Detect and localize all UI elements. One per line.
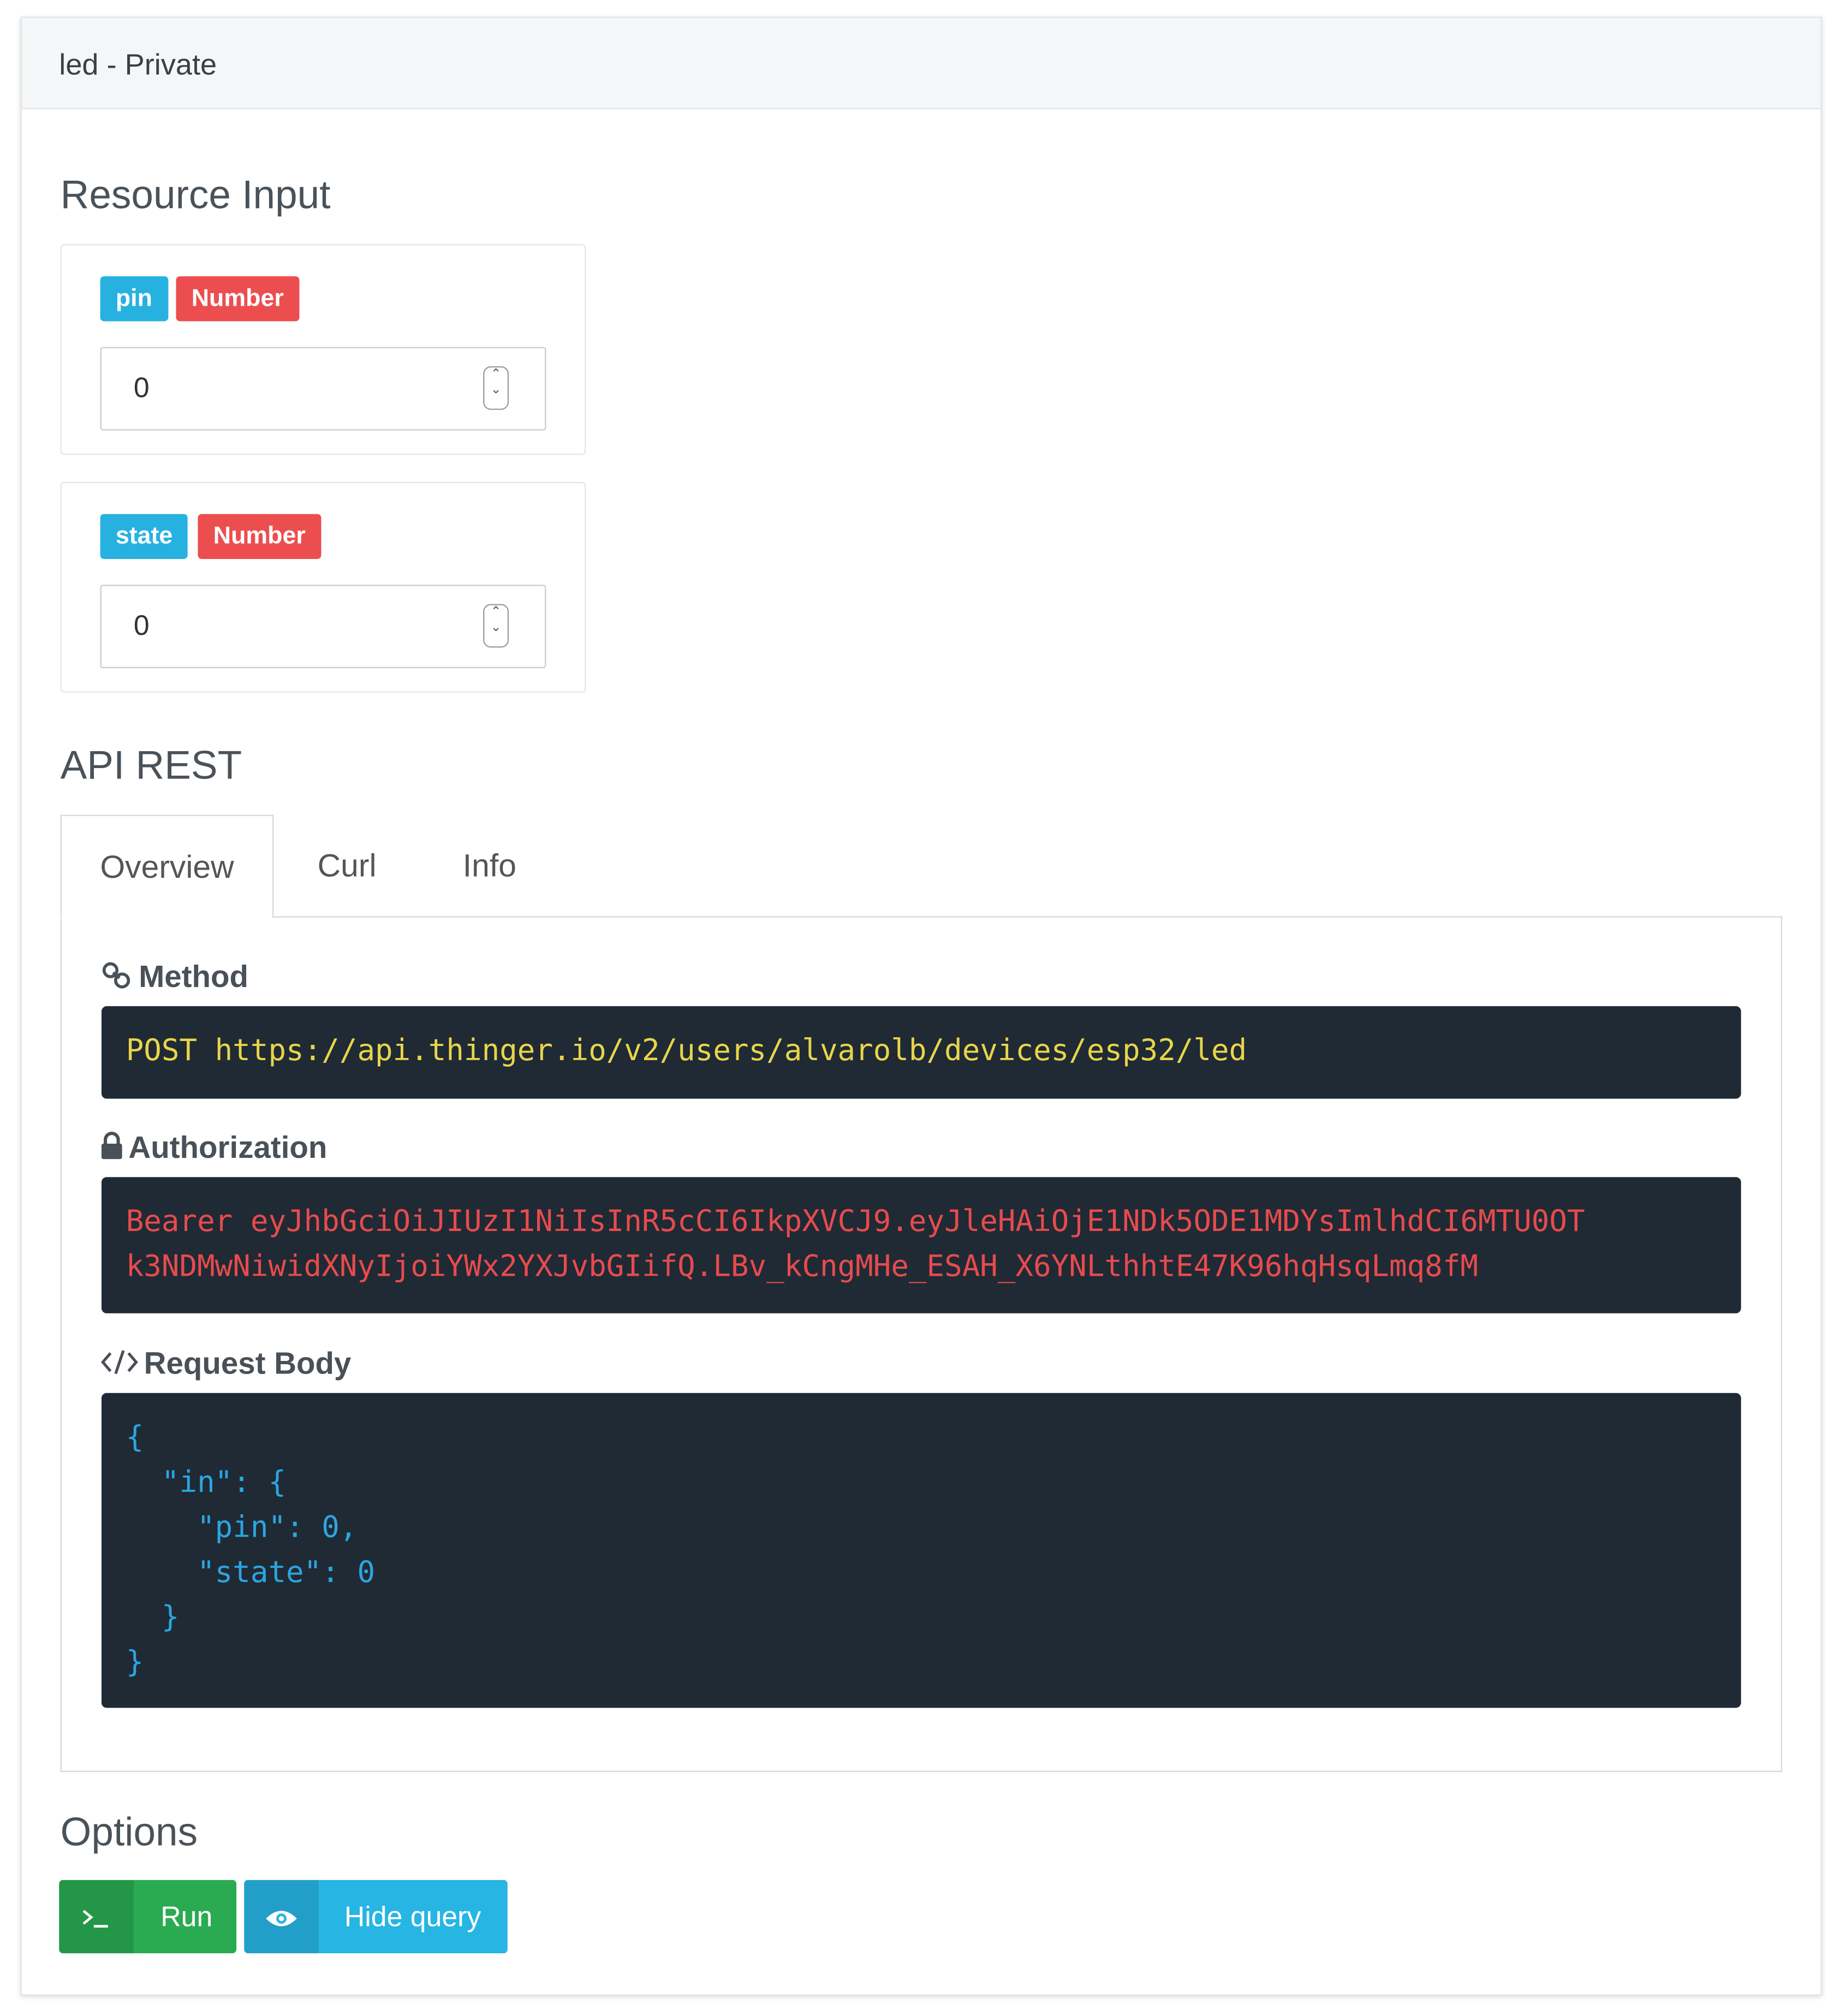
param-type-badge: Number — [176, 276, 300, 322]
param-box-pin: pin Number 0 ⌃ ⌄ — [60, 244, 586, 455]
eye-icon — [244, 1880, 319, 1954]
code-icon — [100, 1350, 138, 1375]
state-number-input[interactable]: 0 ⌃ ⌄ — [100, 585, 546, 669]
param-type-badge: Number — [198, 514, 321, 559]
link-icon — [102, 962, 130, 989]
state-input-value: 0 — [133, 609, 150, 641]
stage: led - Private Resource Input pin Number … — [0, 0, 1840, 2016]
param-name-badge: state — [100, 514, 188, 559]
request-body-label-text: Request Body — [144, 1346, 352, 1382]
overview-tab-panel: Method POST https://api.thinger.io/v2/us… — [60, 916, 1782, 1773]
authorization-label: Authorization — [100, 1131, 327, 1167]
number-spinner[interactable]: ⌃ ⌄ — [483, 604, 509, 648]
request-body-code-block: { "in": { "pin": 0, "state": 0 } } — [101, 1393, 1741, 1708]
resource-input-title: Resource Input — [60, 172, 331, 217]
method-label-text: Method — [139, 960, 249, 995]
chevron-down-icon[interactable]: ⌄ — [484, 621, 507, 636]
hide-query-button[interactable]: Hide query — [244, 1880, 508, 1954]
terminal-icon — [59, 1880, 134, 1954]
pin-number-input[interactable]: 0 ⌃ ⌄ — [100, 347, 546, 431]
tab-overview[interactable]: Overview — [60, 814, 274, 919]
method-code-block: POST https://api.thinger.io/v2/users/alv… — [101, 1006, 1741, 1099]
hide-query-button-label: Hide query — [344, 1900, 481, 1933]
resource-panel: led - Private Resource Input pin Number … — [20, 16, 1822, 1996]
authorization-code-block: Bearer eyJhbGciOiJIUzI1NiIsInR5cCI6IkpXV… — [101, 1177, 1741, 1313]
panel-title: led - Private — [59, 47, 217, 81]
chevron-up-icon[interactable]: ⌃ — [484, 367, 507, 383]
tab-info[interactable]: Info — [440, 814, 538, 916]
chevron-down-icon[interactable]: ⌄ — [484, 383, 507, 398]
options-title: Options — [60, 1809, 198, 1854]
api-tabs: Overview Curl Info — [60, 814, 1782, 919]
param-name-badge: pin — [100, 276, 168, 322]
api-rest-title: API REST — [60, 742, 242, 788]
chevron-up-icon[interactable]: ⌃ — [484, 605, 507, 621]
run-button[interactable]: Run — [59, 1880, 237, 1954]
panel-header: led - Private — [22, 17, 1821, 110]
number-spinner[interactable]: ⌃ ⌄ — [483, 366, 509, 410]
pin-input-value: 0 — [133, 371, 150, 404]
authorization-label-text: Authorization — [128, 1131, 327, 1166]
tab-curl[interactable]: Curl — [295, 814, 398, 916]
method-label: Method — [100, 960, 248, 996]
run-button-label: Run — [160, 1900, 213, 1933]
request-body-label: Request Body — [100, 1346, 352, 1383]
param-box-state: state Number 0 ⌃ ⌄ — [60, 481, 586, 693]
lock-icon — [101, 1132, 122, 1159]
